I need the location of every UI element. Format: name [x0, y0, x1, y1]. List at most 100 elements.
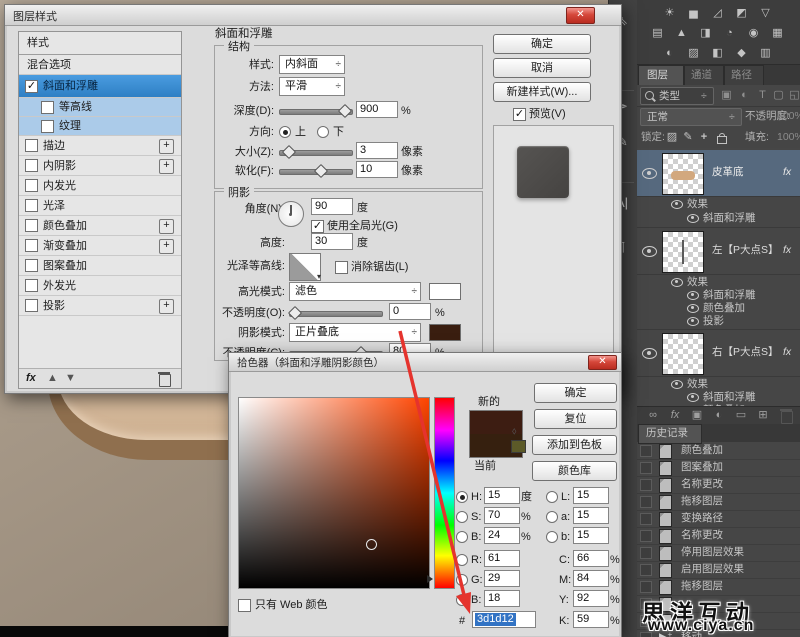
effect-row-bevel[interactable]: 斜面和浮雕: [637, 288, 800, 301]
style-item-color-overlay[interactable]: 颜色叠加 +: [19, 216, 181, 236]
checkbox[interactable]: [41, 101, 54, 114]
history-source-checkbox[interactable]: [640, 547, 652, 559]
history-source-checkbox[interactable]: [640, 581, 652, 593]
history-source-checkbox[interactable]: [640, 479, 652, 491]
g-input[interactable]: 29: [484, 570, 520, 587]
y-input[interactable]: 92: [573, 590, 609, 607]
visibility-eye-icon[interactable]: [671, 278, 683, 287]
b2-input[interactable]: 18: [484, 590, 520, 607]
b-radio[interactable]: [456, 531, 468, 543]
move-down-icon[interactable]: ▼: [65, 371, 76, 385]
channel-mixer-icon[interactable]: ◉: [744, 26, 763, 41]
style-item-inner-glow[interactable]: 内发光: [19, 176, 181, 196]
tab-layers[interactable]: 图层: [638, 65, 684, 86]
highlight-opacity-input[interactable]: 0: [389, 303, 431, 320]
g-radio[interactable]: [456, 574, 468, 586]
layer-thumbnail[interactable]: [662, 153, 704, 195]
blend-mode-dropdown[interactable]: 正常 ÷: [640, 108, 742, 126]
effect-row-bevel[interactable]: 斜面和浮雕: [637, 211, 800, 225]
layer-thumbnail[interactable]: [662, 333, 704, 375]
fx-menu-icon[interactable]: fx: [26, 371, 36, 385]
hue-slider[interactable]: [434, 397, 455, 589]
exposure-icon[interactable]: ◩: [732, 6, 751, 21]
filter-adjustment-layers-icon[interactable]: ◐: [735, 88, 754, 103]
direction-up-radio[interactable]: [279, 126, 291, 138]
add-to-swatches-button[interactable]: 添加到色板: [532, 435, 617, 455]
preview-checkbox[interactable]: ✓: [513, 108, 526, 121]
style-item-gradient-overlay[interactable]: 渐变叠加 +: [19, 236, 181, 256]
layer-name[interactable]: 左【P大点S】: [712, 244, 779, 257]
history-row[interactable]: 拖移图层: [637, 493, 800, 511]
r-input[interactable]: 61: [484, 550, 520, 567]
history-source-checkbox[interactable]: [640, 530, 652, 542]
depth-input[interactable]: 900: [356, 101, 398, 118]
s-radio[interactable]: [456, 511, 468, 523]
visibility-eye-icon[interactable]: [671, 200, 683, 209]
tab-channels[interactable]: 通道: [684, 65, 724, 86]
angle-input[interactable]: 90: [311, 198, 353, 215]
opacity-value[interactable]: 100%: [777, 110, 800, 123]
checkbox[interactable]: [25, 199, 38, 212]
b2-radio[interactable]: [456, 594, 468, 606]
visibility-eye-icon[interactable]: [687, 214, 699, 223]
effects-row[interactable]: 效果: [637, 377, 800, 390]
new-style-button[interactable]: 新建样式(W)...: [493, 82, 591, 102]
color-field-marker[interactable]: [366, 539, 377, 550]
checkbox[interactable]: [25, 259, 38, 272]
color-lookup-icon[interactable]: ▦: [768, 26, 787, 41]
angle-dial[interactable]: [278, 201, 304, 227]
layer-name[interactable]: 右【P大点S】: [712, 346, 779, 359]
lock-position-icon[interactable]: +: [697, 130, 711, 145]
history-source-checkbox[interactable]: [640, 564, 652, 576]
posterize-icon[interactable]: ▨: [684, 46, 703, 61]
k-input[interactable]: 59: [573, 611, 609, 628]
layer-style-fx-icon[interactable]: fx: [667, 408, 683, 423]
vibrance-icon[interactable]: ▽: [756, 6, 775, 21]
tab-paths[interactable]: 路径: [724, 65, 764, 86]
visibility-eye-icon[interactable]: [687, 291, 699, 300]
threshold-icon[interactable]: ◧: [708, 46, 727, 61]
effect-row-drop-shadow[interactable]: 投影: [637, 314, 800, 327]
history-source-checkbox[interactable]: [640, 462, 652, 474]
close-icon[interactable]: ✕: [566, 7, 595, 24]
visibility-eye-icon[interactable]: [642, 246, 657, 257]
effects-row[interactable]: 效果: [637, 275, 800, 288]
visibility-eye-icon[interactable]: [642, 168, 657, 179]
effect-row-bevel[interactable]: 斜面和浮雕: [637, 390, 800, 403]
m-input[interactable]: 84: [573, 570, 609, 587]
size-slider[interactable]: [279, 150, 353, 156]
style-item-bevel-emboss[interactable]: ✓ 斜面和浮雕: [19, 75, 181, 98]
style-dropdown[interactable]: 内斜面 ÷: [279, 55, 345, 74]
checkbox[interactable]: [25, 239, 38, 252]
levels-icon[interactable]: ▅: [684, 6, 703, 21]
filter-kind-dropdown[interactable]: 类型 ÷: [640, 87, 714, 105]
checkbox-checked[interactable]: ✓: [25, 80, 38, 93]
lock-image-pixels-icon[interactable]: ✎: [681, 130, 695, 145]
add-effect-icon[interactable]: +: [159, 299, 174, 314]
l-input[interactable]: 15: [573, 487, 609, 504]
visibility-eye-icon[interactable]: [687, 317, 699, 326]
size-input[interactable]: 3: [356, 142, 398, 159]
style-item-pattern-overlay[interactable]: 图案叠加: [19, 256, 181, 276]
checkbox[interactable]: [25, 139, 38, 152]
add-effect-icon[interactable]: +: [159, 159, 174, 174]
history-source-checkbox[interactable]: [640, 496, 652, 508]
color-field[interactable]: [238, 397, 430, 589]
style-item-satin[interactable]: 光泽: [19, 196, 181, 216]
gradient-map-icon[interactable]: ▥: [756, 46, 775, 61]
style-item-blending-options[interactable]: 混合选项: [19, 55, 181, 75]
add-effect-icon[interactable]: +: [159, 219, 174, 234]
lock-transparent-pixels-icon[interactable]: ▨: [665, 130, 679, 145]
close-icon[interactable]: ✕: [588, 355, 617, 370]
history-row[interactable]: 颜色叠加: [637, 442, 800, 460]
c-input[interactable]: 66: [573, 550, 609, 567]
delete-layer-icon[interactable]: [781, 411, 793, 424]
h-input[interactable]: 15: [484, 487, 520, 504]
layer-style-titlebar[interactable]: 图层样式 ✕: [5, 5, 621, 26]
checkbox[interactable]: [25, 299, 38, 312]
photo-filter-icon[interactable]: ◔: [720, 26, 739, 41]
lab-b-input[interactable]: 15: [573, 527, 609, 544]
layer-row-left[interactable]: 左【P大点S】 fx: [637, 227, 800, 275]
history-row[interactable]: 启用图层效果: [637, 561, 800, 579]
lab-b-radio[interactable]: [546, 531, 558, 543]
